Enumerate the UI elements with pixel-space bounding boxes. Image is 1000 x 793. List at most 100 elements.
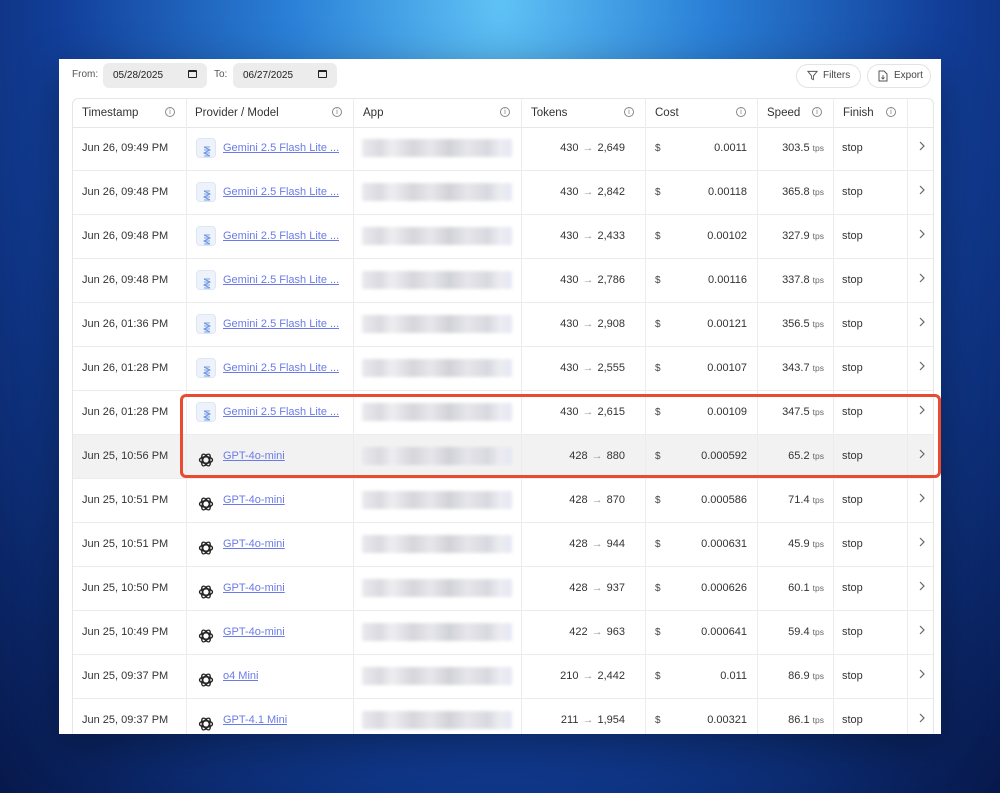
table-row[interactable]: Jun 26, 01:36 PM Gemini 2.5 Flash Lite ..… bbox=[73, 303, 933, 347]
expand-row-button[interactable] bbox=[908, 479, 933, 522]
openai-icon bbox=[196, 622, 216, 643]
speed-cell: 86.9 tps bbox=[758, 655, 834, 698]
redacted-app-name bbox=[362, 491, 512, 509]
currency-symbol: $ bbox=[655, 495, 661, 506]
header-provider-model[interactable]: Provider / Model i bbox=[186, 99, 354, 127]
model-link[interactable]: Gemini 2.5 Flash Lite ... bbox=[223, 259, 339, 302]
redacted-app-name bbox=[362, 359, 512, 377]
finish-cell: stop bbox=[834, 655, 908, 698]
model-link[interactable]: Gemini 2.5 Flash Lite ... bbox=[223, 347, 339, 390]
header-cost[interactable]: Cost i bbox=[646, 99, 758, 127]
arrow-right-icon: → bbox=[591, 626, 603, 638]
export-button[interactable]: Export bbox=[867, 64, 931, 88]
table-row[interactable]: Jun 26, 09:48 PM Gemini 2.5 Flash Lite ..… bbox=[73, 259, 933, 303]
expand-row-button[interactable] bbox=[908, 171, 933, 214]
expand-row-button[interactable] bbox=[908, 567, 933, 610]
calendar-icon[interactable] bbox=[318, 70, 327, 78]
expand-row-button[interactable] bbox=[908, 655, 933, 698]
header-finish[interactable]: Finish i bbox=[834, 99, 908, 127]
model-link[interactable]: Gemini 2.5 Flash Lite ... bbox=[223, 171, 339, 214]
expand-row-button[interactable] bbox=[908, 259, 933, 302]
tokens-in: 430 bbox=[560, 142, 579, 154]
model-link[interactable]: GPT-4o-mini bbox=[223, 523, 285, 566]
table-row[interactable]: Jun 26, 01:28 PM Gemini 2.5 Flash Lite ..… bbox=[73, 347, 933, 391]
info-icon[interactable]: i bbox=[165, 107, 175, 117]
currency-symbol: $ bbox=[655, 627, 661, 638]
tokens-in: 430 bbox=[560, 362, 579, 374]
tokens-out: 2,908 bbox=[597, 318, 625, 330]
info-icon[interactable]: i bbox=[736, 107, 746, 117]
from-label: From: bbox=[72, 69, 99, 80]
table-row[interactable]: Jun 25, 10:51 PM GPT-4o-mini 428 → 944 $0.000… bbox=[73, 523, 933, 567]
cost-cell: $0.00116 bbox=[646, 259, 758, 302]
expand-row-button[interactable] bbox=[908, 215, 933, 258]
speed-cell: 365.8 tps bbox=[758, 171, 834, 214]
tokens-cell: 430 → 2,786 bbox=[522, 259, 646, 302]
speed-unit: tps bbox=[812, 495, 824, 505]
calendar-icon[interactable] bbox=[188, 70, 197, 78]
expand-row-button[interactable] bbox=[908, 303, 933, 346]
timestamp-cell: Jun 25, 10:50 PM bbox=[73, 567, 187, 610]
tokens-cell: 428 → 870 bbox=[522, 479, 646, 522]
info-icon[interactable]: i bbox=[500, 107, 510, 117]
finish-cell: stop bbox=[834, 215, 908, 258]
table-row[interactable]: Jun 26, 09:49 PM Gemini 2.5 Flash Lite ..… bbox=[73, 127, 933, 171]
expand-row-button[interactable] bbox=[908, 523, 933, 566]
from-date-input[interactable]: 05/28/2025 bbox=[103, 63, 207, 88]
model-link[interactable]: Gemini 2.5 Flash Lite ... bbox=[223, 303, 339, 346]
speed-cell: 343.7 tps bbox=[758, 347, 834, 390]
filters-button[interactable]: Filters bbox=[796, 64, 861, 88]
cost-value: 0.00121 bbox=[707, 318, 747, 330]
tokens-out: 2,555 bbox=[597, 362, 625, 374]
table-row[interactable]: Jun 26, 09:48 PM Gemini 2.5 Flash Lite ..… bbox=[73, 215, 933, 259]
speed-cell: 60.1 tps bbox=[758, 567, 834, 610]
model-link[interactable]: GPT-4o-mini bbox=[223, 567, 285, 610]
tokens-cell: 430 → 2,842 bbox=[522, 171, 646, 214]
table-row[interactable]: Jun 25, 10:51 PM GPT-4o-mini 428 → 870 $0.000… bbox=[73, 479, 933, 523]
tokens-in: 428 bbox=[569, 538, 588, 550]
expand-row-button[interactable] bbox=[908, 699, 933, 734]
tokens-in: 428 bbox=[569, 494, 588, 506]
expand-row-button[interactable] bbox=[908, 611, 933, 654]
header-app[interactable]: App i bbox=[354, 99, 522, 127]
redacted-app-name bbox=[362, 579, 512, 597]
finish-cell: stop bbox=[834, 611, 908, 654]
header-timestamp[interactable]: Timestamp i bbox=[73, 99, 187, 127]
table-row[interactable]: Jun 26, 09:48 PM Gemini 2.5 Flash Lite ..… bbox=[73, 171, 933, 215]
expand-row-button[interactable] bbox=[908, 347, 933, 390]
table-row[interactable]: Jun 25, 09:37 PM GPT-4.1 Mini 211 → 1,954 $0.… bbox=[73, 699, 933, 734]
speed-cell: 45.9 tps bbox=[758, 523, 834, 566]
model-link[interactable]: GPT-4o-mini bbox=[223, 479, 285, 522]
finish-cell: stop bbox=[834, 567, 908, 610]
model-link[interactable]: GPT-4.1 Mini bbox=[223, 699, 287, 734]
model-link[interactable]: Gemini 2.5 Flash Lite ... bbox=[223, 215, 339, 258]
to-date-input[interactable]: 06/27/2025 bbox=[233, 63, 337, 88]
model-link[interactable]: Gemini 2.5 Flash Lite ... bbox=[223, 127, 339, 170]
info-icon[interactable]: i bbox=[886, 107, 896, 117]
model-link[interactable]: o4 Mini bbox=[223, 655, 258, 698]
chevron-right-icon bbox=[919, 361, 925, 371]
gemini-icon bbox=[196, 358, 216, 378]
tokens-cell: 430 → 2,555 bbox=[522, 347, 646, 390]
cost-value: 0.000586 bbox=[701, 494, 747, 506]
tokens-out: 2,433 bbox=[597, 230, 625, 242]
arrow-right-icon: → bbox=[591, 582, 603, 594]
cost-value: 0.00321 bbox=[707, 714, 747, 726]
header-speed[interactable]: Speed i bbox=[758, 99, 834, 127]
activity-window: From: 05/28/2025 To: 06/27/2025 Filters … bbox=[59, 59, 941, 734]
table-row[interactable]: Jun 25, 09:37 PM o4 Mini 210 → 2,442 $0.011 86… bbox=[73, 655, 933, 699]
model-cell: GPT-4o-mini bbox=[186, 567, 354, 610]
tokens-in: 422 bbox=[569, 626, 588, 638]
speed-cell: 71.4 tps bbox=[758, 479, 834, 522]
expand-row-button[interactable] bbox=[908, 127, 933, 170]
info-icon[interactable]: i bbox=[812, 107, 822, 117]
arrow-right-icon: → bbox=[591, 494, 603, 506]
timestamp-cell: Jun 26, 01:28 PM bbox=[73, 391, 187, 434]
header-expand bbox=[908, 99, 933, 127]
header-tokens[interactable]: Tokens i bbox=[522, 99, 646, 127]
table-row[interactable]: Jun 25, 10:49 PM GPT-4o-mini 422 → 963 $0.000… bbox=[73, 611, 933, 655]
info-icon[interactable]: i bbox=[332, 107, 342, 117]
info-icon[interactable]: i bbox=[624, 107, 634, 117]
table-row[interactable]: Jun 25, 10:50 PM GPT-4o-mini 428 → 937 $0.000… bbox=[73, 567, 933, 611]
model-link[interactable]: GPT-4o-mini bbox=[223, 611, 285, 654]
